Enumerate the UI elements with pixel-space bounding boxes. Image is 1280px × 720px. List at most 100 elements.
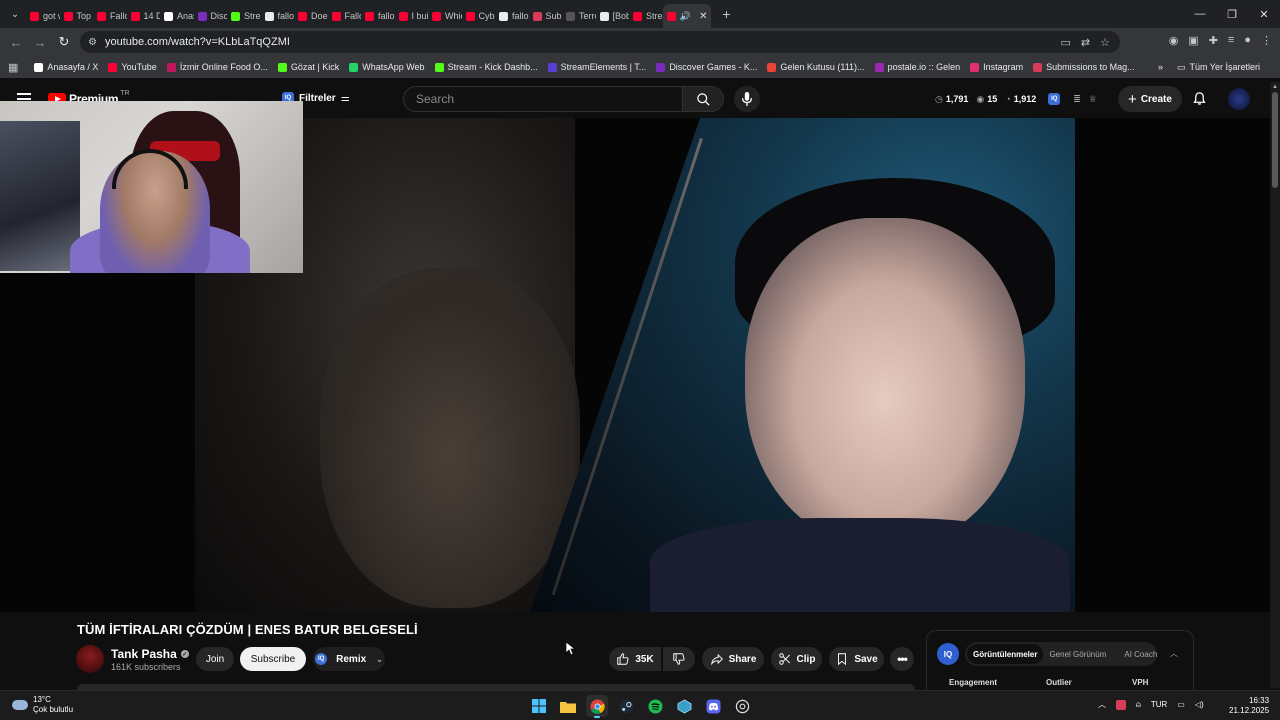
remix-button[interactable]: IQ Remix ⌄	[313, 647, 385, 671]
browser-tab[interactable]: Stream	[629, 4, 663, 28]
browser-tab[interactable]: 14 DA	[127, 4, 160, 28]
start-button[interactable]	[528, 695, 550, 717]
trophy-icon[interactable]: ♕	[1089, 94, 1097, 105]
iq-badge-icon[interactable]: IQ	[1048, 93, 1061, 105]
channel-name-link[interactable]: Tank Pasha ✓	[111, 647, 189, 661]
bookmark-item[interactable]: İzmir Online Food O...	[166, 62, 268, 72]
discord-button[interactable]	[702, 695, 724, 717]
collapse-chevron-icon[interactable]: ︿	[1170, 648, 1178, 659]
browser-tab[interactable]: Anasay	[160, 4, 194, 28]
voice-search-button[interactable]	[734, 86, 760, 112]
close-tab-icon[interactable]: ✕	[699, 11, 707, 22]
bookmark-item[interactable]: Anasayfa / X	[34, 62, 98, 72]
extension-icon[interactable]: ◉	[1169, 34, 1179, 47]
tray-overflow-icon[interactable]: ︿	[1098, 699, 1106, 710]
tab-overview[interactable]: Genel Görünüm	[1043, 650, 1112, 659]
bookmark-item[interactable]: Discover Games - K...	[656, 62, 757, 72]
search-button[interactable]	[682, 86, 724, 112]
bookmark-item[interactable]: Gözat | Kick	[277, 62, 339, 72]
translate-icon[interactable]: ⇄	[1081, 36, 1090, 49]
puzzle-icon[interactable]: ✚	[1209, 34, 1218, 47]
join-button[interactable]: Join	[196, 647, 234, 671]
tab-ai-coach[interactable]: AI Coach	[1118, 650, 1163, 659]
site-info-icon[interactable]: ⚙	[88, 37, 97, 48]
volume-icon[interactable]: ◁)	[1195, 700, 1204, 709]
browser-tab[interactable]: Discov	[194, 4, 227, 28]
browser-tab[interactable]: fallout	[361, 4, 395, 28]
microphone-tray-icon[interactable]: ⍝	[1136, 700, 1141, 710]
more-bookmarks-icon[interactable]: »	[1158, 62, 1163, 72]
scrollbar-thumb[interactable]	[1272, 92, 1278, 188]
subscribe-button[interactable]: Subscribe	[240, 647, 306, 671]
browser-tab[interactable]: Does	[294, 4, 328, 28]
scroll-up-icon[interactable]: ▲	[1272, 84, 1278, 90]
file-explorer-button[interactable]	[557, 695, 579, 717]
restore-icon[interactable]: ❐	[1216, 0, 1248, 28]
address-bar[interactable]: ⚙ youtube.com/watch?v=KLbLaTqQZMI ▭ ⇄ ☆	[80, 31, 1120, 53]
like-button[interactable]: 35K	[609, 647, 661, 671]
browser-tab[interactable]: Which	[428, 4, 462, 28]
tray-app-icon[interactable]	[1116, 699, 1126, 710]
weather-widget[interactable]: 13°C Çok bulutlu	[12, 695, 73, 715]
browser-tab[interactable]: Submi	[529, 4, 562, 28]
more-actions-button[interactable]: •••	[890, 647, 914, 671]
forward-icon[interactable]: →	[28, 30, 52, 54]
browser-tab[interactable]: Stream	[227, 4, 261, 28]
notifications-bell-icon[interactable]	[1192, 91, 1207, 109]
save-button[interactable]: Save	[829, 647, 884, 671]
profile-icon[interactable]: ●	[1244, 34, 1251, 47]
reading-list-icon[interactable]: ≡	[1228, 34, 1234, 47]
cast-icon[interactable]: ▭	[1061, 36, 1071, 49]
browser-tab[interactable]: I built	[395, 4, 428, 28]
bookmark-item[interactable]: Gelen Kutusu (111)...	[767, 62, 865, 72]
channel-avatar[interactable]	[76, 645, 104, 673]
audio-playing-icon[interactable]: 🔊	[680, 11, 691, 22]
bookmark-item[interactable]: Submissions to Mag...	[1033, 62, 1135, 72]
active-tab[interactable]: 🔊 ✕	[662, 4, 711, 28]
share-button[interactable]: Share	[702, 647, 764, 671]
cube-app-button[interactable]	[673, 695, 695, 717]
menu-icon[interactable]: ⋮	[1261, 34, 1272, 47]
bookmark-item[interactable]: WhatsApp Web	[349, 62, 425, 72]
browser-tab[interactable]: fallout	[495, 4, 529, 28]
bookmark-item[interactable]: Instagram	[970, 62, 1023, 72]
spotify-button[interactable]	[644, 695, 666, 717]
browser-tab[interactable]: Terror	[562, 4, 596, 28]
chrome-button[interactable]	[586, 695, 608, 718]
tab-views[interactable]: Görüntülenmeler	[967, 644, 1044, 664]
all-bookmarks-folder[interactable]: ▭ Tüm Yer İşaretleri	[1177, 62, 1260, 73]
network-icon[interactable]: ▭	[1177, 700, 1185, 709]
account-avatar[interactable]	[1228, 88, 1250, 110]
tab-search-icon[interactable]: ⌄	[4, 4, 26, 24]
openai-app-button[interactable]	[731, 695, 753, 717]
browser-tab[interactable]: Cyberp	[462, 4, 495, 28]
bookmark-item[interactable]: postale.io :: Gelen	[874, 62, 960, 72]
language-indicator[interactable]: TUR	[1151, 700, 1167, 709]
browser-tab[interactable]: Fallout	[328, 4, 361, 28]
browser-tab[interactable]: fallout	[261, 4, 294, 28]
list-icon[interactable]: ≣	[1073, 94, 1081, 105]
page-scrollbar[interactable]: ▲	[1270, 82, 1280, 688]
close-window-icon[interactable]: ✕	[1248, 0, 1280, 28]
browser-tab[interactable]: [Bober	[596, 4, 629, 28]
dislike-button[interactable]	[663, 647, 695, 671]
clip-button[interactable]: Clip	[771, 647, 822, 671]
browser-tab[interactable]: Fallout	[93, 4, 127, 28]
system-clock[interactable]: 16:33 21.12.2025	[1229, 696, 1269, 716]
subscriber-count: 161K subscribers	[111, 662, 181, 672]
bookmark-item[interactable]: Stream - Kick Dashb...	[434, 62, 538, 72]
new-tab-button[interactable]: +	[715, 6, 739, 22]
back-icon[interactable]: ←	[4, 30, 28, 54]
bookmark-item[interactable]: YouTube	[108, 62, 157, 72]
reload-icon[interactable]: ↻	[52, 30, 76, 54]
browser-tab[interactable]: got wo	[26, 4, 60, 28]
minimize-icon[interactable]: —	[1184, 0, 1216, 28]
bookmark-star-icon[interactable]: ☆	[1100, 36, 1110, 49]
bookmark-item[interactable]: StreamElements | T...	[547, 62, 646, 72]
search-input[interactable]	[416, 92, 682, 106]
steam-button[interactable]	[615, 695, 637, 717]
apps-grid-icon[interactable]: ▦	[8, 61, 18, 74]
browser-tab[interactable]: Top 25	[60, 4, 93, 28]
create-button[interactable]: + Create	[1118, 86, 1182, 112]
iq-extension-icon[interactable]: ▣	[1188, 34, 1198, 47]
